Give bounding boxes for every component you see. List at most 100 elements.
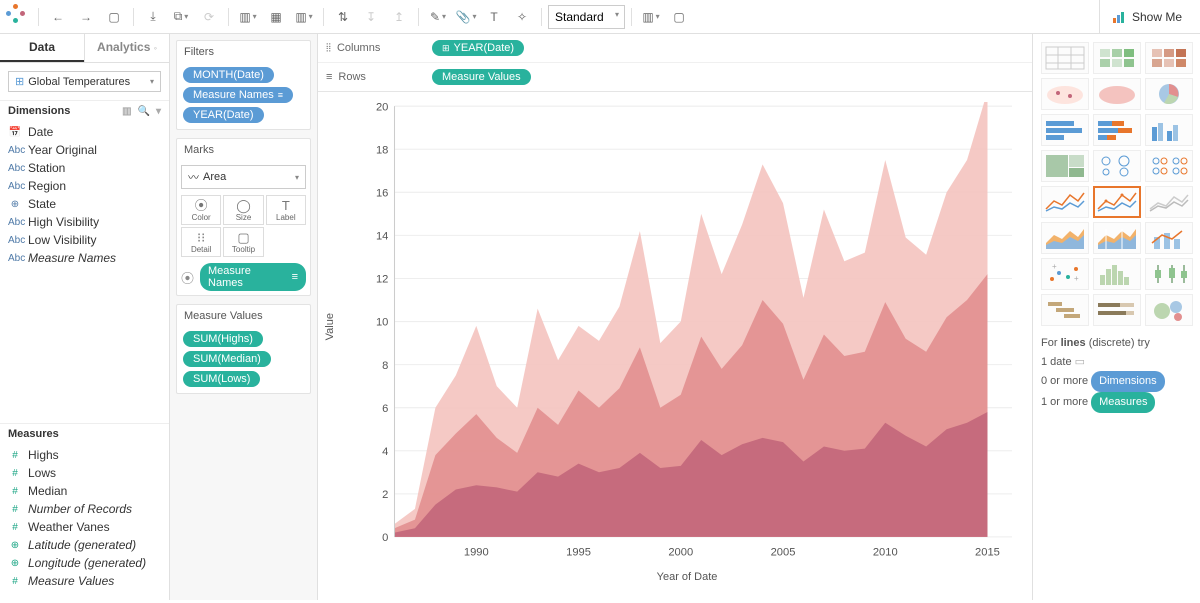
measure-value-pill[interactable]: SUM(Median) <box>183 351 271 367</box>
rows-icon: ≡ <box>326 71 332 83</box>
showme-viz-option[interactable] <box>1145 42 1193 74</box>
pin-icon[interactable]: ✧ <box>509 4 535 30</box>
dim-field[interactable]: AbcHigh Visibility <box>0 213 169 231</box>
showme-viz-option[interactable] <box>1041 114 1089 146</box>
fit-dropdown[interactable]: Standard <box>548 5 625 29</box>
filter-pill[interactable]: Measure Names≡ <box>183 87 293 103</box>
showme-button[interactable]: Show Me <box>1099 0 1194 33</box>
mea-field[interactable]: #Measure Values <box>0 572 169 590</box>
mea-field[interactable]: #Median <box>0 482 169 500</box>
mea-field[interactable]: #Highs <box>0 446 169 464</box>
save-icon[interactable]: ▢ <box>101 4 127 30</box>
filter-pill[interactable]: YEAR(Date) <box>183 107 264 123</box>
dim-field[interactable]: AbcMeasure Names <box>0 249 169 267</box>
showme-viz-option[interactable] <box>1041 222 1089 254</box>
highlight-icon[interactable]: ✎ <box>425 4 451 30</box>
mark-color-button[interactable]: ⦿Color <box>181 195 221 225</box>
columns-pill-year[interactable]: ⊞YEAR(Date) <box>432 40 524 56</box>
group-icon[interactable]: 📎 <box>453 4 479 30</box>
showme-viz-option[interactable] <box>1093 258 1141 290</box>
mark-type-dropdown[interactable]: 〰Area <box>181 165 306 189</box>
showlabels-icon[interactable]: T <box>481 4 507 30</box>
svg-text:12: 12 <box>376 274 388 286</box>
sort-asc-icon[interactable]: ↧ <box>358 4 384 30</box>
showme-viz-option[interactable] <box>1145 186 1193 218</box>
showme-viz-option[interactable] <box>1041 294 1089 326</box>
back-icon[interactable]: ← <box>45 4 71 30</box>
x-axis-label: Year of Date <box>362 571 1012 583</box>
mark-label-button[interactable]: TLabel <box>266 195 306 225</box>
dim-field[interactable]: 📅Date <box>0 123 169 141</box>
showme-viz-option[interactable] <box>1093 222 1141 254</box>
showme-panel: ++ For lines (discrete) try 1 date ▭ 0 o… <box>1032 34 1200 600</box>
refresh-icon[interactable]: ⟳ <box>196 4 222 30</box>
showme-viz-option[interactable] <box>1145 294 1193 326</box>
mark-size-button[interactable]: ◯Size <box>223 195 263 225</box>
data-pane: Data Analytics ◦ ⊞Global Temperatures Di… <box>0 34 170 600</box>
showme-viz-option[interactable] <box>1093 294 1141 326</box>
dim-field[interactable]: AbcYear Original <box>0 141 169 159</box>
svg-text:1990: 1990 <box>464 547 489 559</box>
showme-viz-option[interactable] <box>1145 150 1193 182</box>
sort-desc-icon[interactable]: ↥ <box>386 4 412 30</box>
showme-viz-option[interactable] <box>1041 150 1089 182</box>
rows-pill-measure-values[interactable]: Measure Values <box>432 69 531 85</box>
columns-shelf[interactable]: ⦙⦙Columns ⊞YEAR(Date) <box>318 34 1032 63</box>
new-datasource-icon[interactable]: ⤓ <box>140 4 166 30</box>
find-field-icon[interactable]: 🔍 <box>138 106 150 117</box>
y-axis-label: Value <box>324 313 336 340</box>
view-as-icon[interactable]: ▥ <box>122 106 131 117</box>
showhide-cards-icon[interactable]: ▥ <box>638 4 664 30</box>
dim-field[interactable]: AbcStation <box>0 159 169 177</box>
showme-viz-option[interactable] <box>1093 78 1141 110</box>
dim-field[interactable]: ⊕State <box>0 195 169 213</box>
datasource-selector[interactable]: ⊞Global Temperatures <box>8 71 161 92</box>
dimensions-menu-icon[interactable]: ▾ <box>156 106 161 117</box>
chart-canvas[interactable]: 0246810121416182019901995200020052010201… <box>362 102 1012 562</box>
showme-viz-option[interactable] <box>1145 78 1193 110</box>
mark-tooltip-button[interactable]: ▢Tooltip <box>223 227 263 257</box>
mea-field[interactable]: #Number of Records <box>0 500 169 518</box>
dim-field[interactable]: AbcRegion <box>0 177 169 195</box>
presentation-icon[interactable]: ▢ <box>666 4 692 30</box>
showme-viz-option[interactable] <box>1093 114 1141 146</box>
measure-value-pill[interactable]: SUM(Highs) <box>183 331 263 347</box>
color-encoding-pill[interactable]: Measure Names≡ <box>200 263 306 291</box>
mea-field[interactable]: ⊕Longitude (generated) <box>0 554 169 572</box>
pause-autoupdate-icon[interactable]: ⧉ <box>168 4 194 30</box>
showme-viz-option[interactable]: ++ <box>1041 258 1089 290</box>
svg-text:2005: 2005 <box>771 547 796 559</box>
top-toolbar: ← → ▢ ⤓ ⧉ ⟳ ▥ ▦ ▥ ⇅ ↧ ↥ ✎ 📎 T ✧ Standard… <box>0 0 1200 34</box>
measure-value-pill[interactable]: SUM(Lows) <box>183 371 260 387</box>
showme-viz-option[interactable] <box>1093 186 1141 218</box>
svg-text:2015: 2015 <box>975 547 1000 559</box>
clear-sheet-icon[interactable]: ▥ <box>291 4 317 30</box>
new-worksheet-icon[interactable]: ▥ <box>235 4 261 30</box>
mea-field[interactable]: ⊕Latitude (generated) <box>0 536 169 554</box>
svg-text:8: 8 <box>382 360 388 372</box>
svg-text:14: 14 <box>376 230 388 242</box>
tableau-logo-icon <box>6 4 32 30</box>
measures-header: Measures <box>0 423 169 444</box>
tab-analytics[interactable]: Analytics ◦ <box>84 34 169 62</box>
mea-field[interactable]: #Lows <box>0 464 169 482</box>
filter-pill[interactable]: MONTH(Date) <box>183 67 274 83</box>
svg-text:18: 18 <box>376 144 388 156</box>
swap-icon[interactable]: ⇅ <box>330 4 356 30</box>
mea-field[interactable]: #Weather Vanes <box>0 518 169 536</box>
rows-shelf[interactable]: ≡Rows Measure Values <box>318 63 1032 91</box>
columns-icon: ⦙⦙ <box>326 42 331 55</box>
showme-viz-option[interactable] <box>1145 222 1193 254</box>
duplicate-sheet-icon[interactable]: ▦ <box>263 4 289 30</box>
showme-viz-option[interactable] <box>1041 78 1089 110</box>
tab-data[interactable]: Data <box>0 34 84 62</box>
showme-viz-option[interactable] <box>1145 114 1193 146</box>
showme-viz-option[interactable] <box>1093 42 1141 74</box>
showme-viz-option[interactable] <box>1145 258 1193 290</box>
showme-viz-option[interactable] <box>1093 150 1141 182</box>
mark-detail-button[interactable]: ⁝⁝Detail <box>181 227 221 257</box>
showme-viz-option[interactable] <box>1041 42 1089 74</box>
forward-icon[interactable]: → <box>73 4 99 30</box>
dim-field[interactable]: AbcLow Visibility <box>0 231 169 249</box>
showme-viz-option[interactable] <box>1041 186 1089 218</box>
